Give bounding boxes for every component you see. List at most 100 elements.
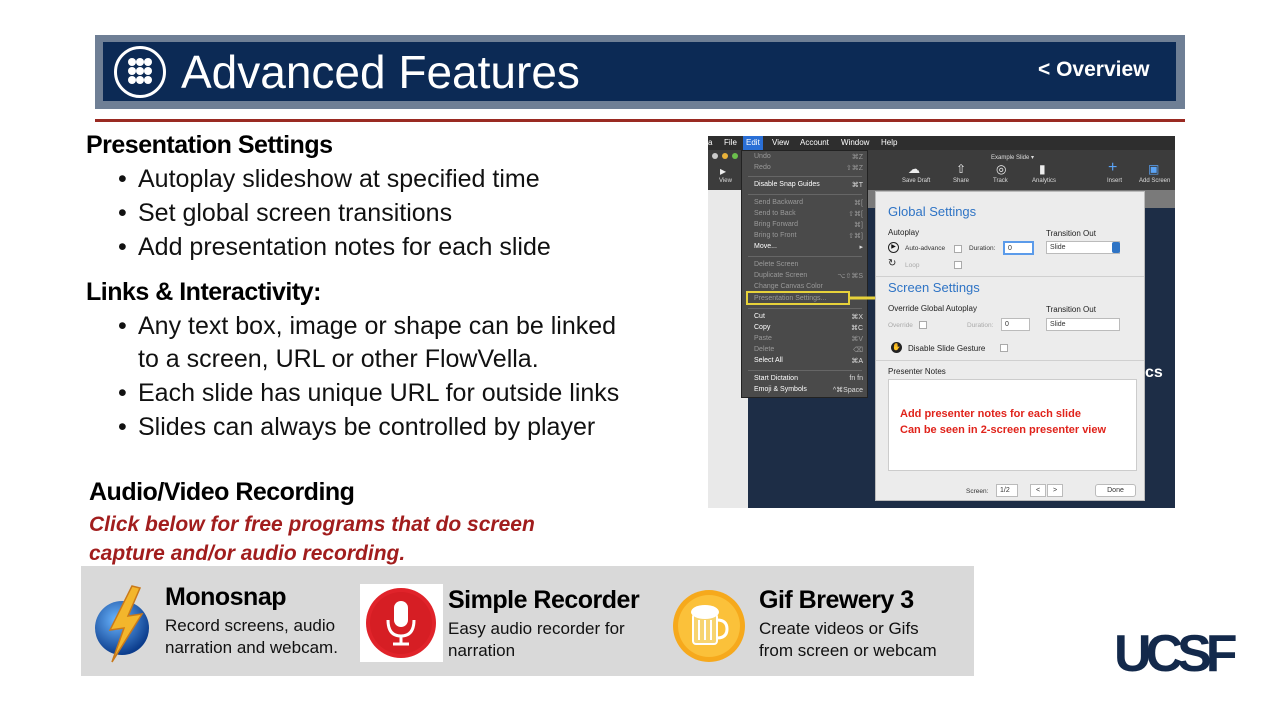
edit-menu-dropdown: Undo ⌘Z Redo ⇧⌘Z Disable Snap Guides ⌘T …	[741, 150, 868, 398]
override-label: Override	[888, 322, 913, 329]
cloud-icon[interactable]: ☁	[908, 162, 920, 176]
menu-item-paste[interactable]: Paste	[754, 335, 772, 342]
track-icon[interactable]: ◎	[996, 162, 1006, 176]
menu-window[interactable]: Window	[841, 136, 869, 150]
window-minimize-dot[interactable]	[722, 153, 728, 159]
menu-item-duplicate-screen[interactable]: Duplicate Screen	[754, 272, 807, 279]
disable-gesture-label: Disable Slide Gesture	[908, 344, 986, 353]
app-name-monosnap[interactable]: Monosnap	[165, 583, 287, 612]
app-name-simple-recorder[interactable]: Simple Recorder	[448, 586, 640, 615]
toolbar-save-draft[interactable]: Save Draft	[902, 178, 930, 184]
beer-mug-icon[interactable]	[671, 588, 747, 669]
menu-item-start-dictation[interactable]: Start Dictation	[754, 375, 798, 382]
menu-item-select-all[interactable]: Select All	[754, 357, 783, 364]
list-item: • Any text box, image or shape can be lin…	[118, 312, 617, 340]
menu-help[interactable]: Help	[881, 136, 897, 150]
presentation-settings-heading: Presentation Settings	[86, 131, 333, 159]
disable-gesture-checkbox[interactable]	[1000, 344, 1008, 352]
menu-item-cut[interactable]: Cut	[754, 313, 765, 320]
screen-counter: 1/2	[996, 484, 1018, 497]
list-item: • Autoplay slideshow at specified time	[118, 165, 540, 193]
toolbar-insert[interactable]: Insert	[1107, 178, 1122, 184]
submenu-arrow: ▸	[859, 244, 863, 251]
menu-separator	[748, 194, 862, 195]
duration-input-2[interactable]: 0	[1001, 318, 1030, 331]
menu-item-disable-snap-guides[interactable]: Disable Snap Guides	[754, 181, 820, 188]
transition-out-label: Transition Out	[1046, 229, 1096, 238]
menu-item-change-canvas-color[interactable]: Change Canvas Color	[754, 283, 823, 290]
microphone-icon[interactable]	[360, 584, 443, 662]
menu-separator	[748, 176, 862, 177]
list-item: • Each slide has unique URL for outside l…	[118, 379, 620, 407]
monosnap-lightning-icon[interactable]	[92, 584, 156, 669]
menu-item-copy[interactable]: Copy	[754, 324, 770, 331]
app-desc-monosnap-1: Record screens, audio	[165, 616, 336, 635]
next-screen-button[interactable]: >	[1047, 484, 1063, 497]
menu-account[interactable]: Account	[800, 136, 829, 150]
presenter-notes-textarea[interactable]: Add presenter notes for each slide Can b…	[888, 379, 1137, 471]
toolbar-share[interactable]: Share	[953, 178, 969, 184]
menu-separator	[748, 256, 862, 257]
menu-item-emoji-symbols[interactable]: Emoji & Symbols	[754, 386, 807, 393]
override-checkbox[interactable]	[919, 321, 927, 329]
loop-checkbox[interactable]	[954, 261, 962, 269]
add-screen-icon[interactable]: ▣	[1148, 162, 1159, 176]
share-icon[interactable]: ⇧	[956, 162, 966, 176]
transition-select[interactable]: Slide	[1046, 241, 1120, 254]
shortcut-label: ⇧⌘]	[848, 233, 863, 240]
bullet-text: Add presentation notes for each slide	[138, 233, 551, 261]
audio-video-heading: Audio/Video Recording	[89, 478, 355, 506]
bullet-text: Slides can always be controlled by playe…	[138, 413, 596, 441]
menu-item-delete[interactable]: Delete	[754, 346, 774, 353]
overview-link[interactable]: < Overview	[1038, 58, 1150, 82]
prev-screen-button[interactable]: <	[1030, 484, 1046, 497]
auto-advance-checkbox[interactable]	[954, 245, 962, 253]
menu-item-send-to-back[interactable]: Send to Back	[754, 210, 796, 217]
toolbar-analytics[interactable]: Analytics	[1032, 178, 1056, 184]
menu-edit[interactable]: Edit	[743, 136, 763, 150]
window-close-dot[interactable]	[712, 153, 718, 159]
app-desc-simple-recorder-2: narration	[448, 641, 516, 660]
ucsf-logo: UCSF	[1114, 625, 1238, 683]
shortcut-label: fn fn	[849, 375, 863, 382]
shortcut-label: ⌫	[853, 347, 863, 354]
done-button[interactable]: Done	[1095, 484, 1136, 497]
list-item: • Add presentation notes for each slide	[118, 233, 551, 261]
menu-item-send-backward[interactable]: Send Backward	[754, 199, 803, 206]
duration-input[interactable]: 0	[1003, 241, 1034, 255]
menu-item-undo[interactable]: Undo	[754, 153, 771, 160]
bullet-text: Set global screen transitions	[138, 199, 453, 227]
window-zoom-dot[interactable]	[732, 153, 738, 159]
play-circle-icon[interactable]: ▶	[888, 242, 899, 253]
app-name-gif-brewery[interactable]: Gif Brewery 3	[759, 586, 914, 615]
toolbar-add-screen[interactable]: Add Screen	[1139, 178, 1170, 184]
menu-view[interactable]: View	[772, 136, 789, 150]
shortcut-label: ⇧⌘[	[848, 211, 863, 218]
menu-item-delete-screen[interactable]: Delete Screen	[754, 261, 798, 268]
analytics-icon[interactable]: ▮	[1039, 162, 1046, 176]
transition-select-2[interactable]: Slide	[1046, 318, 1120, 331]
plus-icon[interactable]: +	[1108, 159, 1117, 177]
links-interactivity-heading: Links & Interactivity:	[86, 278, 321, 306]
bullet-continuation: to a screen, URL or other FlowVella.	[138, 345, 539, 373]
menu-item-move[interactable]: Move...	[754, 243, 777, 250]
menu-item-bring-forward[interactable]: Bring Forward	[754, 221, 798, 228]
play-icon[interactable]: ▸	[720, 164, 726, 178]
shortcut-label: ⌘A	[851, 358, 863, 365]
menu-item-redo[interactable]: Redo	[754, 164, 771, 171]
toolbar-track[interactable]: Track	[993, 178, 1008, 184]
grid-dots-icon	[114, 46, 166, 98]
slide-title-dropdown[interactable]: Example Slide ▾	[991, 154, 1034, 161]
bullet-text: Any text box, image or shape can be link…	[138, 312, 617, 340]
menu-file[interactable]: File	[724, 136, 737, 150]
app-desc-gif-brewery-2: from screen or webcam	[759, 641, 937, 660]
select-stepper-icon[interactable]	[1112, 242, 1120, 253]
shortcut-label: ⌘Z	[851, 154, 863, 161]
toolbar-view[interactable]: View	[719, 178, 732, 184]
duration-label: Duration:	[969, 245, 996, 252]
menu-separator	[748, 370, 862, 371]
override-autoplay-label: Override Global Autoplay	[888, 304, 977, 313]
menu-separator	[748, 308, 862, 309]
highlight-box	[746, 291, 850, 305]
menu-item-bring-to-front[interactable]: Bring to Front	[754, 232, 796, 239]
